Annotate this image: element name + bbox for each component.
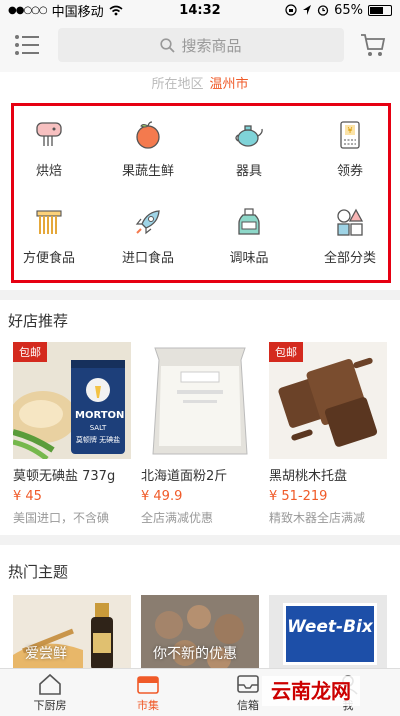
theme-card[interactable]: Weet-Bix (269, 595, 387, 670)
tab-market[interactable]: 市集 (118, 673, 178, 713)
shop-card[interactable]: MORTON SALT 莫顿牌 无碘盐 包邮 莫顿无碘盐 737g ¥ 45 美… (13, 342, 131, 526)
category-imported[interactable]: 进口食品 (103, 207, 193, 282)
lock-rotation-icon (285, 4, 297, 16)
product-image: MORTON SALT 莫顿牌 无碘盐 包邮 (13, 342, 131, 459)
hot-themes: 热门主题 爱尝鲜 你不新的优惠 Weet-Bix (0, 545, 400, 670)
category-panel: 烘焙 果蔬生鲜 器具 ¥ 领券 方便食品 进口食品 调味品 全部分类 (0, 100, 400, 290)
search-placeholder: 搜索商品 (181, 36, 242, 55)
category-label: 方便食品 (22, 251, 75, 266)
product-brand: Weet-Bix (287, 617, 373, 637)
rocket-icon (135, 210, 160, 235)
region-city[interactable]: 温州市 (210, 77, 249, 92)
status-bar: ●●○○○ 中国移动 14:32 65% (0, 0, 400, 20)
category-coupons[interactable]: ¥ 领券 (305, 120, 395, 195)
category-seasoning[interactable]: 调味品 (204, 207, 294, 282)
shop-card[interactable]: 北海道面粉2斤 ¥ 49.9 全店满减优惠 (141, 342, 259, 526)
region-selector[interactable]: 所在地区 温州市 (0, 72, 400, 102)
product-cn-label: 莫顿牌 无碘盐 (75, 436, 121, 444)
product-note: 全店满减优惠 (141, 511, 214, 525)
section-title: 热门主题 (8, 563, 69, 581)
home-icon (39, 673, 61, 695)
product-price: ¥ 49.9 (141, 489, 183, 504)
teapot-icon (235, 125, 263, 147)
shop-card[interactable]: 包邮 黑胡桃木托盘 ¥ 51-219 精致木器全店满减 (269, 342, 387, 526)
product-image: 包邮 (269, 342, 387, 459)
coupon-icon: ¥ (340, 121, 360, 149)
alarm-icon (317, 5, 329, 16)
bottle-icon (238, 208, 260, 235)
category-baking[interactable]: 烘焙 (4, 120, 94, 195)
tab-label: 市集 (137, 699, 159, 712)
free-shipping-badge: 包邮 (13, 342, 47, 362)
theme-card[interactable]: 爱尝鲜 (13, 595, 131, 670)
shop-recommendations: 好店推荐 MORTON SALT 莫顿牌 无碘盐 包邮 莫顿无碘盐 737g ¥… (0, 300, 400, 535)
shapes-icon (337, 208, 364, 236)
svg-text:¥: ¥ (347, 126, 352, 135)
category-label: 领券 (336, 164, 363, 179)
product-price: ¥ 51-219 (269, 489, 328, 504)
product-price: ¥ 45 (13, 489, 42, 504)
category-label: 进口食品 (121, 251, 174, 266)
product-image (141, 342, 259, 459)
battery-percent: 65% (334, 2, 363, 18)
category-instant-food[interactable]: 方便食品 (4, 207, 94, 282)
search-icon (160, 37, 176, 53)
section-title: 好店推荐 (8, 312, 69, 330)
battery-icon (368, 4, 392, 16)
category-label: 器具 (235, 164, 262, 179)
header: 搜索商品 (0, 20, 400, 72)
location-icon (303, 5, 312, 15)
market-icon (137, 676, 159, 694)
category-all[interactable]: 全部分类 (305, 207, 395, 282)
search-input[interactable]: 搜索商品 (58, 28, 344, 62)
theme-caption: 爱尝鲜 (25, 646, 67, 662)
category-fresh[interactable]: 果蔬生鲜 (103, 120, 193, 195)
fruit-icon (136, 121, 160, 149)
signal-icon: ●●○○○ (8, 4, 48, 16)
tab-home[interactable]: 下厨房 (20, 673, 80, 713)
product-brand: MORTON (75, 410, 125, 421)
product-name: 莫顿无碘盐 737g (13, 469, 116, 484)
product-note: 精致木器全店满减 (269, 511, 366, 525)
region-label: 所在地区 (151, 77, 204, 92)
product-subtext: SALT (89, 424, 107, 432)
carrier-label: 中国移动 (51, 4, 104, 20)
category-label: 调味品 (229, 251, 269, 266)
noodles-icon (36, 210, 62, 234)
wifi-icon (109, 5, 123, 15)
category-label: 烘焙 (35, 164, 62, 179)
category-utensils[interactable]: 器具 (204, 120, 294, 195)
category-label: 全部分类 (323, 251, 376, 266)
menu-icon[interactable] (14, 34, 40, 56)
theme-card[interactable]: 你不新的优惠 (141, 595, 259, 670)
cart-icon[interactable] (360, 32, 386, 58)
category-label: 果蔬生鲜 (121, 164, 174, 179)
theme-caption: 你不新的优惠 (153, 646, 237, 662)
product-name: 北海道面粉2斤 (141, 469, 228, 484)
tab-label: 下厨房 (33, 699, 67, 712)
mailbox-icon (237, 675, 259, 693)
tab-label: 信箱 (237, 699, 259, 712)
mixer-icon (36, 122, 62, 146)
watermark: 云南龙网 (262, 676, 360, 706)
product-note: 美国进口，不含碘 (13, 511, 110, 525)
free-shipping-badge: 包邮 (269, 342, 303, 362)
product-name: 黑胡桃木托盘 (269, 469, 348, 484)
